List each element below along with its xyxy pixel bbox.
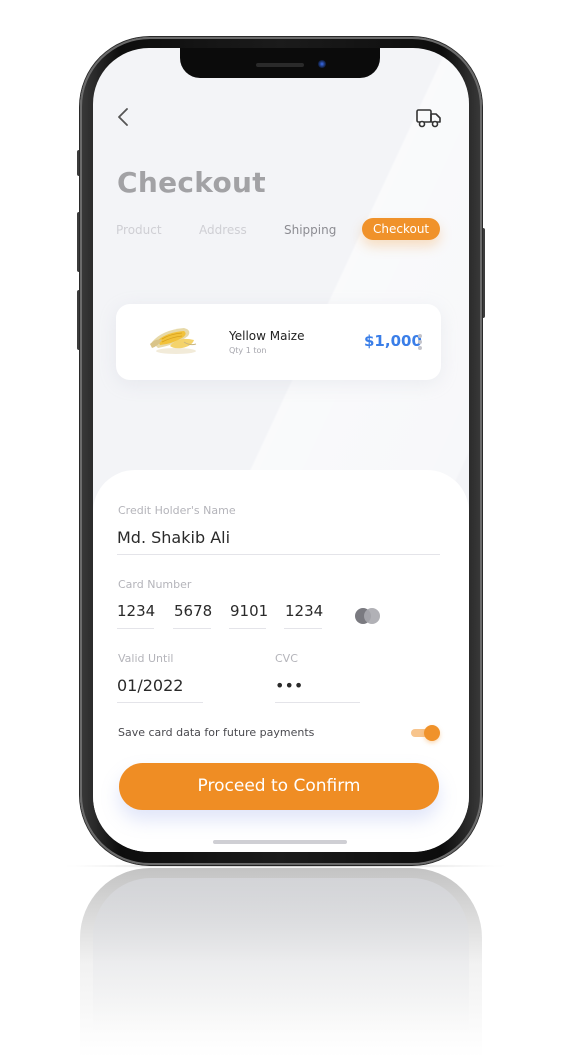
card-number-group-3[interactable] [230, 600, 270, 622]
step-shipping[interactable]: Shipping [284, 223, 336, 237]
more-options-button[interactable] [417, 334, 423, 352]
card-number-group-2[interactable] [174, 600, 216, 622]
card-group-4-underline [284, 628, 322, 629]
product-price: $1,000 [364, 332, 422, 350]
delivery-button[interactable] [415, 106, 443, 130]
card-group-1-underline [117, 628, 154, 629]
card-number-group-4[interactable] [285, 600, 325, 622]
product-name: Yellow Maize [229, 329, 305, 343]
step-address[interactable]: Address [199, 223, 247, 237]
app-screen: Checkout Product Address Shipping Checko… [93, 48, 469, 852]
notch [180, 48, 380, 78]
step-checkout[interactable]: Checkout [362, 218, 441, 240]
toggle-knob [424, 725, 440, 741]
chevron-left-icon [118, 108, 128, 126]
valid-until-input[interactable] [117, 674, 203, 696]
back-button[interactable] [115, 106, 135, 128]
save-card-label: Save card data for future payments [118, 726, 315, 739]
valid-until-label: Valid Until [118, 652, 174, 665]
holder-name-input[interactable] [117, 526, 437, 548]
cvc-input[interactable] [275, 674, 359, 696]
earpiece-speaker [256, 63, 304, 67]
cvc-label: CVC [275, 652, 298, 665]
save-card-toggle[interactable] [411, 725, 441, 741]
truck-icon [416, 109, 441, 128]
holder-name-label: Credit Holder's Name [118, 504, 236, 517]
card-group-2-underline [173, 628, 211, 629]
phone-reflection [80, 868, 482, 1058]
holder-name-underline [117, 554, 440, 555]
home-indicator [213, 840, 347, 844]
product-quantity: Qty 1 ton [229, 346, 267, 355]
card-number-label: Card Number [118, 578, 192, 591]
checkout-steps: Product Address Shipping Checkout [93, 218, 469, 244]
cvc-underline [275, 702, 360, 703]
proceed-to-confirm-button[interactable]: Proceed to Confirm [119, 763, 439, 810]
front-camera [318, 60, 326, 68]
card-group-3-underline [229, 628, 266, 629]
valid-until-underline [117, 702, 203, 703]
mockup-stage: Checkout Product Address Shipping Checko… [0, 0, 570, 1058]
card-number-group-1[interactable] [117, 600, 157, 622]
more-vertical-icon [417, 334, 423, 350]
card-brand-icon [355, 608, 381, 624]
step-product[interactable]: Product [116, 223, 162, 237]
maize-image [150, 328, 197, 354]
page-title: Checkout [117, 166, 266, 199]
reflection-screen [93, 878, 469, 1058]
product-card[interactable]: Yellow Maize Qty 1 ton $1,000 [116, 304, 441, 380]
